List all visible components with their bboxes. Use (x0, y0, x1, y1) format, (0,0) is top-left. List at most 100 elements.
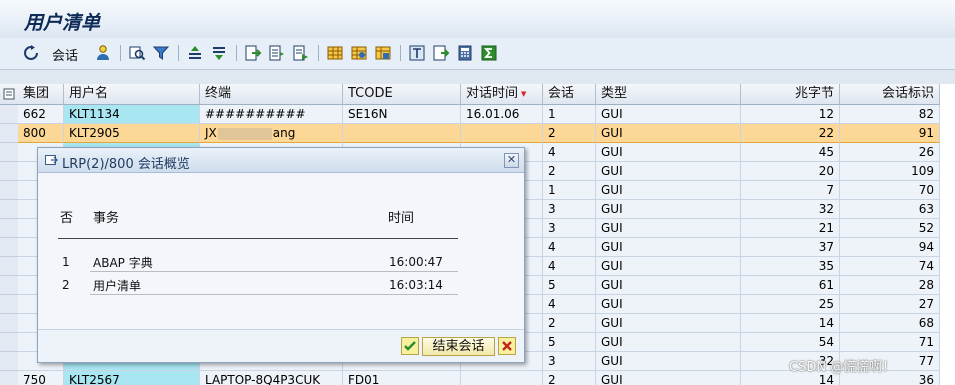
change-layout-icon[interactable] (350, 44, 368, 62)
cell-dialog-time[interactable]: 16.01.06 (461, 105, 543, 124)
confirm-button[interactable] (401, 337, 419, 355)
cell-sessions[interactable]: 1 (543, 105, 596, 124)
cell-terminal[interactable]: JX ang (200, 124, 343, 143)
cancel-button[interactable] (498, 337, 516, 355)
session-row-task[interactable]: 用户清单 (93, 277, 141, 294)
cell-type[interactable]: GUI (596, 143, 741, 162)
row-selector[interactable] (0, 352, 18, 371)
cell-sessions[interactable]: 2 (543, 371, 596, 385)
cell-sessions[interactable]: 3 (543, 219, 596, 238)
refresh-icon[interactable] (22, 44, 40, 62)
cell-session-id[interactable]: 91 (840, 124, 940, 143)
cell-session-id[interactable]: 109 (840, 162, 940, 181)
cell-kbytes[interactable]: 22 (741, 124, 840, 143)
cell-client[interactable]: 750 (18, 371, 64, 385)
cell-session-id[interactable]: 82 (840, 105, 940, 124)
calculator-icon[interactable] (432, 44, 450, 62)
cell-sessions[interactable]: 5 (543, 333, 596, 352)
cell-type[interactable]: GUI (596, 314, 741, 333)
col-header-user[interactable]: 用户名 (64, 84, 200, 105)
col-header-type[interactable]: 类型 (596, 84, 741, 105)
cell-session-id[interactable]: 68 (840, 314, 940, 333)
cell-session-id[interactable]: 94 (840, 238, 940, 257)
cell-dialog-time[interactable] (461, 124, 543, 143)
row-selector[interactable] (0, 238, 18, 257)
cell-session-id[interactable]: 52 (840, 219, 940, 238)
table-row[interactable]: 800 KLT2905 JX ang 2 GUI 22 91 (18, 124, 955, 143)
sum-icon[interactable] (408, 44, 426, 62)
preview-icon[interactable] (292, 44, 310, 62)
row-selector[interactable] (0, 219, 18, 238)
row-selector[interactable] (0, 295, 18, 314)
row-selector[interactable] (0, 314, 18, 333)
row-selector[interactable] (0, 333, 18, 352)
cell-user[interactable]: KLT1134 (64, 105, 200, 124)
user-icon[interactable] (94, 44, 112, 62)
save-layout-icon[interactable] (374, 44, 392, 62)
cell-sessions[interactable]: 4 (543, 238, 596, 257)
row-selector[interactable] (0, 143, 18, 162)
cell-type[interactable]: GUI (596, 162, 741, 181)
print-icon[interactable] (268, 44, 286, 62)
cell-type[interactable]: GUI (596, 333, 741, 352)
cell-session-id[interactable]: 71 (840, 333, 940, 352)
sort-descending-icon[interactable] (210, 44, 228, 62)
cell-type[interactable]: GUI (596, 124, 741, 143)
end-session-button[interactable]: 结束会话 (422, 337, 495, 356)
cell-kbytes[interactable]: 25 (741, 295, 840, 314)
cell-sessions[interactable]: 2 (543, 314, 596, 333)
cell-kbytes[interactable]: 35 (741, 257, 840, 276)
cell-session-id[interactable]: 28 (840, 276, 940, 295)
select-all-icon[interactable] (0, 84, 18, 105)
cell-type[interactable]: GUI (596, 276, 741, 295)
export-icon[interactable] (244, 44, 262, 62)
cell-sessions[interactable]: 5 (543, 276, 596, 295)
row-selector[interactable] (0, 162, 18, 181)
cell-kbytes[interactable]: 45 (741, 143, 840, 162)
cell-session-id[interactable]: 70 (840, 181, 940, 200)
row-selector[interactable] (0, 181, 18, 200)
layout-icon[interactable] (326, 44, 344, 62)
cell-type[interactable]: GUI (596, 105, 741, 124)
cell-sessions[interactable]: 4 (543, 295, 596, 314)
row-selector[interactable] (0, 200, 18, 219)
row-selector[interactable] (0, 276, 18, 295)
row-selector[interactable] (0, 257, 18, 276)
cell-type[interactable]: GUI (596, 257, 741, 276)
cell-session-id[interactable]: 26 (840, 143, 940, 162)
session-button-label[interactable]: 会话 (52, 45, 78, 64)
cell-kbytes[interactable]: 54 (741, 333, 840, 352)
cell-kbytes[interactable]: 32 (741, 200, 840, 219)
find-icon[interactable] (128, 44, 146, 62)
col-header-tcode[interactable]: TCODE (343, 84, 461, 105)
cell-kbytes[interactable]: 20 (741, 162, 840, 181)
col-header-sessions[interactable]: 会话 (543, 84, 596, 105)
sort-ascending-icon[interactable] (186, 44, 204, 62)
session-row-task[interactable]: ABAP 字典 (93, 254, 153, 271)
cell-terminal[interactable]: LAPTOP-8Q4P3CUK (200, 371, 343, 385)
cell-user[interactable]: KLT2905 (64, 124, 200, 143)
cell-kbytes[interactable]: 7 (741, 181, 840, 200)
filter-icon[interactable] (152, 44, 170, 62)
cell-terminal[interactable]: ########## (200, 105, 343, 124)
table-row[interactable]: 662 KLT1134 ########## SE16N 16.01.06 1 GUI 12 8… (18, 105, 955, 124)
cell-sessions[interactable]: 3 (543, 200, 596, 219)
close-icon[interactable]: ✕ (504, 153, 519, 168)
cell-type[interactable]: GUI (596, 200, 741, 219)
cell-sessions[interactable]: 2 (543, 162, 596, 181)
col-header-client[interactable]: 集团 (18, 84, 64, 105)
cell-sessions[interactable]: 4 (543, 257, 596, 276)
cell-user[interactable]: KLT2567 (64, 371, 200, 385)
cell-type[interactable]: GUI (596, 352, 741, 371)
sigma-icon[interactable] (480, 44, 498, 62)
cell-type[interactable]: GUI (596, 181, 741, 200)
cell-session-id[interactable]: 27 (840, 295, 940, 314)
cell-tcode[interactable]: SE16N (343, 105, 461, 124)
cell-kbytes[interactable]: 37 (741, 238, 840, 257)
row-selector[interactable] (0, 124, 18, 143)
cell-type[interactable]: GUI (596, 295, 741, 314)
cell-session-id[interactable]: 74 (840, 257, 940, 276)
row-selector[interactable] (0, 371, 18, 385)
col-header-session-id[interactable]: 会话标识 (840, 84, 940, 105)
cell-type[interactable]: GUI (596, 238, 741, 257)
